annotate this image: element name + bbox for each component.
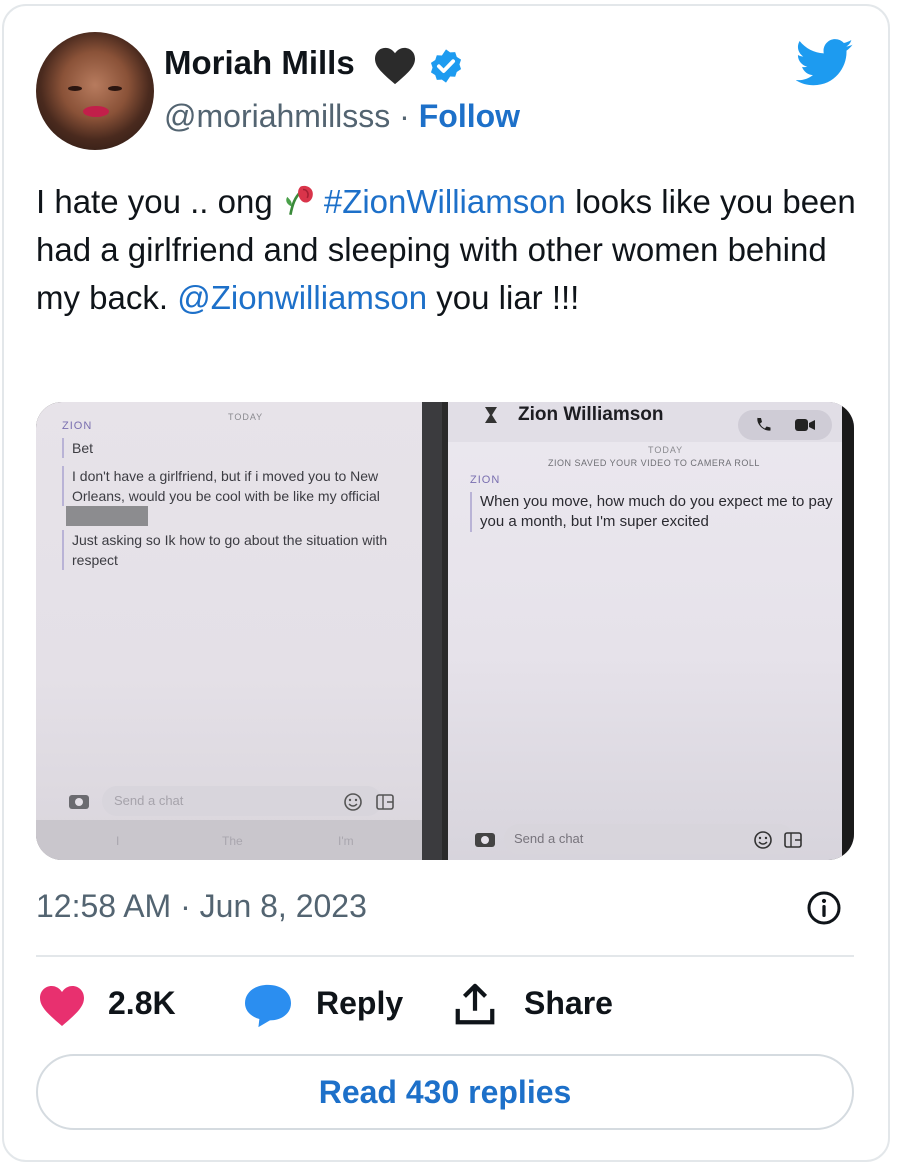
media-image-left[interactable]: TODAY ZION Bet I don't have a girlfriend… xyxy=(36,402,442,860)
share-upload-icon[interactable] xyxy=(452,982,498,1028)
chat-contact-name: Zion Williamson xyxy=(518,404,664,425)
follow-button[interactable]: Follow xyxy=(419,98,520,134)
tweet-text: I hate you .. ong #ZionWilliamson looks … xyxy=(36,178,866,322)
smiley-icon xyxy=(344,793,362,811)
verified-badge-icon xyxy=(430,49,462,83)
chat-system-notice: ZION SAVED YOUR VIDEO TO CAMERA ROLL xyxy=(548,458,760,468)
keyboard-suggestion: I xyxy=(116,834,120,848)
chat-input-placeholder: Send a chat xyxy=(514,831,584,846)
media-image-right[interactable]: Zion Williamson TODAY ZION SAVED YOUR VI… xyxy=(448,402,854,860)
chat-message: Bet xyxy=(62,438,412,458)
hourglass-icon xyxy=(485,407,497,423)
sticker-icon xyxy=(784,832,802,848)
twitter-bird-icon[interactable] xyxy=(796,38,854,88)
camera-icon xyxy=(475,833,495,847)
chat-message: Just asking so Ik how to go about the si… xyxy=(62,530,412,570)
tweet-media[interactable]: TODAY ZION Bet I don't have a girlfriend… xyxy=(36,402,854,860)
like-heart-icon[interactable] xyxy=(38,984,86,1028)
info-icon[interactable] xyxy=(806,890,842,926)
video-call-icon[interactable] xyxy=(794,417,816,433)
avatar-eye xyxy=(68,86,82,91)
tweet-text-part: I hate you .. ong xyxy=(36,183,282,220)
share-button[interactable]: Share xyxy=(524,985,613,1022)
chat-sender: ZION xyxy=(470,474,501,486)
read-replies-button[interactable]: Read 430 replies xyxy=(36,1054,854,1130)
keyboard-suggestion: The xyxy=(222,834,243,848)
chat-date-label: TODAY xyxy=(228,412,264,422)
reply-bubble-icon[interactable] xyxy=(242,983,294,1029)
handle-separator: · xyxy=(399,98,410,134)
camera-icon xyxy=(69,795,89,809)
avatar-lips xyxy=(83,106,109,117)
tweet-text-part: you liar !!! xyxy=(427,279,580,316)
like-count[interactable]: 2.8K xyxy=(108,985,176,1022)
phone-edge xyxy=(842,402,854,860)
wilted-rose-icon xyxy=(286,185,313,215)
avatar-eye xyxy=(108,86,122,91)
smiley-icon xyxy=(754,831,772,849)
chat-message: When you move, how much do you expect me… xyxy=(470,492,840,532)
reply-button[interactable]: Reply xyxy=(316,985,403,1022)
phone-icon[interactable] xyxy=(754,416,772,434)
chat-sender: ZION xyxy=(62,420,93,432)
hashtag-link[interactable]: #ZionWilliamson xyxy=(324,183,566,220)
author-avatar[interactable] xyxy=(36,32,154,150)
call-button-group[interactable] xyxy=(738,410,832,440)
sticker-icon xyxy=(376,794,394,810)
black-heart-icon xyxy=(375,47,415,85)
divider xyxy=(36,955,854,957)
chat-input-placeholder: Send a chat xyxy=(114,793,184,808)
chat-message: I don't have a girlfriend, but if i move… xyxy=(62,466,412,506)
redacted-block xyxy=(66,506,148,526)
phone-edge xyxy=(422,402,442,860)
tweet-timestamp[interactable]: 12:58 AM · Jun 8, 2023 xyxy=(36,888,367,925)
mention-link[interactable]: @Zionwilliamson xyxy=(177,279,427,316)
author-handle-row: @moriahmillsss · Follow xyxy=(164,98,520,135)
author-display-name[interactable]: Moriah Mills xyxy=(164,44,355,82)
keyboard-suggestion: I'm xyxy=(338,834,354,848)
author-handle[interactable]: @moriahmillsss xyxy=(164,98,390,134)
chat-date-label: TODAY xyxy=(648,445,684,455)
